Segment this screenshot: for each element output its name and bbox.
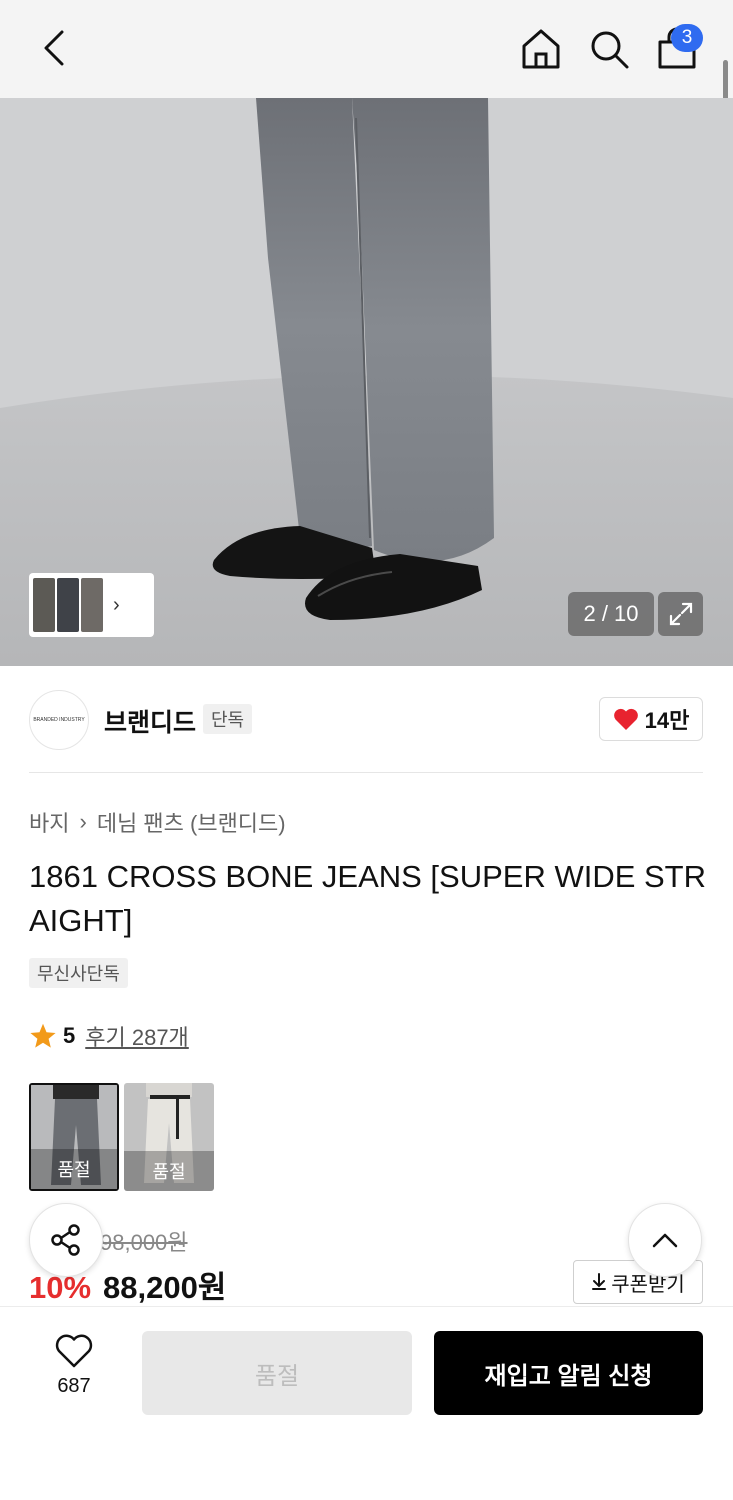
thumbnail-1[interactable] (33, 578, 55, 632)
scroll-to-top-button[interactable] (628, 1203, 702, 1277)
cart-count-badge: 3 (671, 24, 703, 52)
breadcrumb: 바지 › 데님 팬츠 (브랜디드) (29, 806, 286, 838)
brand-like-button[interactable]: 14만 (599, 697, 703, 741)
expand-icon (669, 602, 692, 626)
home-icon (522, 29, 560, 69)
home-button[interactable] (518, 26, 564, 72)
chevron-right-icon[interactable]: › (113, 594, 120, 617)
heart-icon (613, 708, 638, 730)
variant-option-2[interactable]: 품절 (124, 1083, 214, 1191)
star-icon (30, 1023, 56, 1048)
share-button[interactable] (29, 1203, 103, 1277)
search-icon (591, 31, 629, 69)
variant-soldout-label: 품절 (124, 1151, 214, 1191)
soldout-button[interactable]: 품절 (142, 1331, 412, 1415)
breadcrumb-category[interactable]: 바지 (29, 806, 69, 838)
brand-exclusive-tag: 단독 (203, 704, 253, 734)
top-navigation-bar: 3 (0, 0, 733, 98)
wishlist-button[interactable]: 687 (29, 1333, 119, 1413)
search-button[interactable] (586, 26, 632, 72)
product-title: 1861 CROSS BONE JEANS [SUPER WIDE STRAIG… (29, 859, 707, 938)
expand-button[interactable] (658, 592, 703, 636)
wishlist-count: 687 (57, 1375, 91, 1397)
rating-summary: 5 후기 287개 (29, 1020, 189, 1052)
heart-outline-icon (55, 1334, 93, 1368)
thumbnail-3[interactable] (81, 578, 103, 632)
brand-logo[interactable]: BRANDED INDUSTRY (29, 690, 89, 750)
variant-option-1[interactable]: 품절 (29, 1083, 119, 1191)
chevron-right-icon: › (79, 809, 87, 834)
divider (29, 772, 703, 773)
original-price: 98,000원 (100, 1230, 188, 1255)
download-icon (592, 1273, 607, 1290)
product-image-gallery[interactable]: › 2 / 10 (0, 98, 733, 666)
chevron-up-icon (652, 1233, 678, 1248)
thumbnail-2[interactable] (57, 578, 79, 632)
thumbnail-strip[interactable]: › (29, 573, 154, 637)
brand-like-count: 14만 (644, 708, 690, 733)
brand-logo-text: BRANDED INDUSTRY (33, 717, 85, 723)
image-counter: 2 / 10 (568, 592, 654, 636)
restock-alert-button[interactable]: 재입고 알림 신청 (434, 1331, 703, 1415)
breadcrumb-subcategory[interactable]: 데님 팬츠 (브랜디드) (97, 806, 286, 838)
reviews-link[interactable]: 후기 287개 (85, 1020, 189, 1052)
back-button[interactable] (32, 26, 76, 70)
sale-price: 88,200원 (103, 1270, 227, 1305)
brand-name[interactable]: 브랜디드 (104, 703, 196, 739)
bottom-action-bar: 687 품절 재입고 알림 신청 (0, 1306, 733, 1500)
rating-score: 5 (63, 1023, 76, 1048)
variant-soldout-label: 품절 (31, 1149, 117, 1189)
exclusive-tag: 무신사단독 (29, 958, 128, 988)
share-icon (51, 1224, 80, 1256)
back-icon (44, 30, 64, 66)
